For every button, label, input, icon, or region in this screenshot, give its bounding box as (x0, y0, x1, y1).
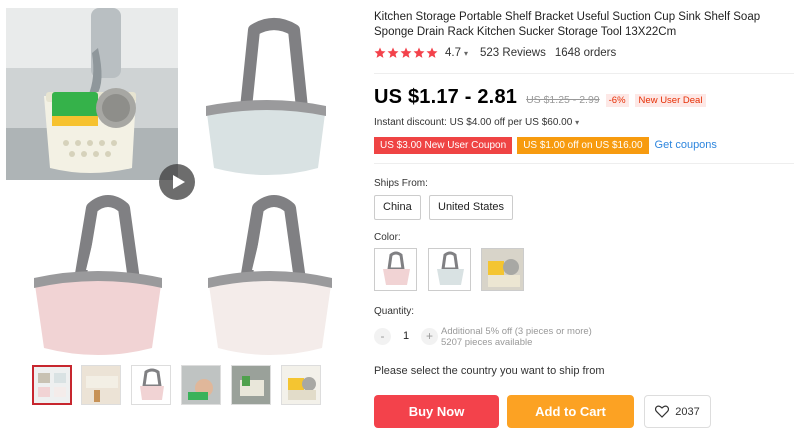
thumbnail-1[interactable] (32, 365, 72, 405)
star-icon (413, 47, 425, 58)
bulk-discount-note: Additional 5% off (3 pieces or more) (441, 326, 592, 337)
add-to-cart-button[interactable]: Add to Cart (507, 395, 634, 428)
coupons-row: US $3.00 New User Coupon US $1.00 off on… (374, 136, 717, 154)
thumbnail-4[interactable] (181, 365, 221, 405)
star-icon (387, 47, 399, 58)
quantity-info: Additional 5% off (3 pieces or more) 520… (441, 326, 592, 348)
instant-discount[interactable]: Instant discount: US $4.00 off per US $6… (374, 117, 579, 128)
product-title: Kitchen Storage Portable Shelf Bracket U… (374, 11, 761, 38)
buy-now-button[interactable]: Buy Now (374, 395, 499, 428)
color-option-grey[interactable] (428, 248, 471, 291)
get-coupons-link[interactable]: Get coupons (655, 139, 717, 151)
thumbnail-3[interactable] (131, 365, 171, 405)
product-details: Kitchen Storage Portable Shelf Bracket U… (374, 0, 794, 433)
thumbnail-5[interactable] (231, 365, 271, 405)
color-option-pink[interactable] (374, 248, 417, 291)
original-price: US $1.25 - 2.99 (526, 94, 600, 106)
current-price: US $1.17 - 2.81 (374, 86, 518, 108)
star-icon (426, 47, 438, 58)
instant-discount-text: Instant discount: US $4.00 off per US $6… (374, 117, 573, 128)
new-user-deal-badge: New User Deal (634, 94, 707, 107)
orders-count: 1648 orders (554, 47, 617, 59)
ship-option-china[interactable]: China (374, 195, 421, 220)
rating-row: 4.7 ▾ 523 Reviews 1648 orders (374, 45, 616, 61)
color-label: Color: (374, 232, 401, 243)
chevron-down-icon[interactable]: ▾ (464, 49, 468, 58)
quantity-increase-button[interactable]: + (421, 327, 438, 345)
quantity-stepper: - 1 + (374, 324, 438, 348)
quantity-decrease-button[interactable]: - (374, 327, 391, 345)
divider (374, 73, 794, 74)
reviews-link[interactable]: 523 Reviews (480, 47, 546, 59)
ship-country-note: Please select the country you want to sh… (374, 365, 605, 377)
price-row: US $1.17 - 2.81 US $1.25 - 2.99 -6% New … (374, 86, 707, 108)
store-coupon[interactable]: US $1.00 off on US $16.00 (517, 136, 649, 154)
chevron-down-icon: ▾ (575, 118, 580, 127)
rating-stars (374, 47, 438, 59)
quantity-value[interactable]: 1 (391, 330, 421, 342)
divider (374, 163, 794, 164)
stock-available: 5207 pieces available (441, 337, 533, 348)
wishlist-count: 2037 (675, 405, 700, 418)
quantity-label: Quantity: (374, 306, 415, 317)
heart-icon (655, 405, 670, 418)
thumbnail-2[interactable] (81, 365, 121, 405)
product-gallery (0, 0, 355, 433)
discount-badge: -6% (605, 94, 629, 107)
new-user-coupon[interactable]: US $3.00 New User Coupon (374, 136, 513, 154)
thumbnail-6[interactable] (281, 365, 321, 405)
color-option-beige[interactable] (481, 248, 524, 291)
play-video-button[interactable] (159, 164, 195, 200)
star-icon (400, 47, 412, 58)
rating-value[interactable]: 4.7 (445, 47, 461, 59)
ships-from-label: Ships From: (374, 178, 428, 189)
star-icon (374, 47, 386, 58)
play-icon (173, 175, 185, 189)
wishlist-button[interactable]: 2037 (644, 395, 711, 428)
ship-option-united-states[interactable]: United States (429, 195, 514, 220)
